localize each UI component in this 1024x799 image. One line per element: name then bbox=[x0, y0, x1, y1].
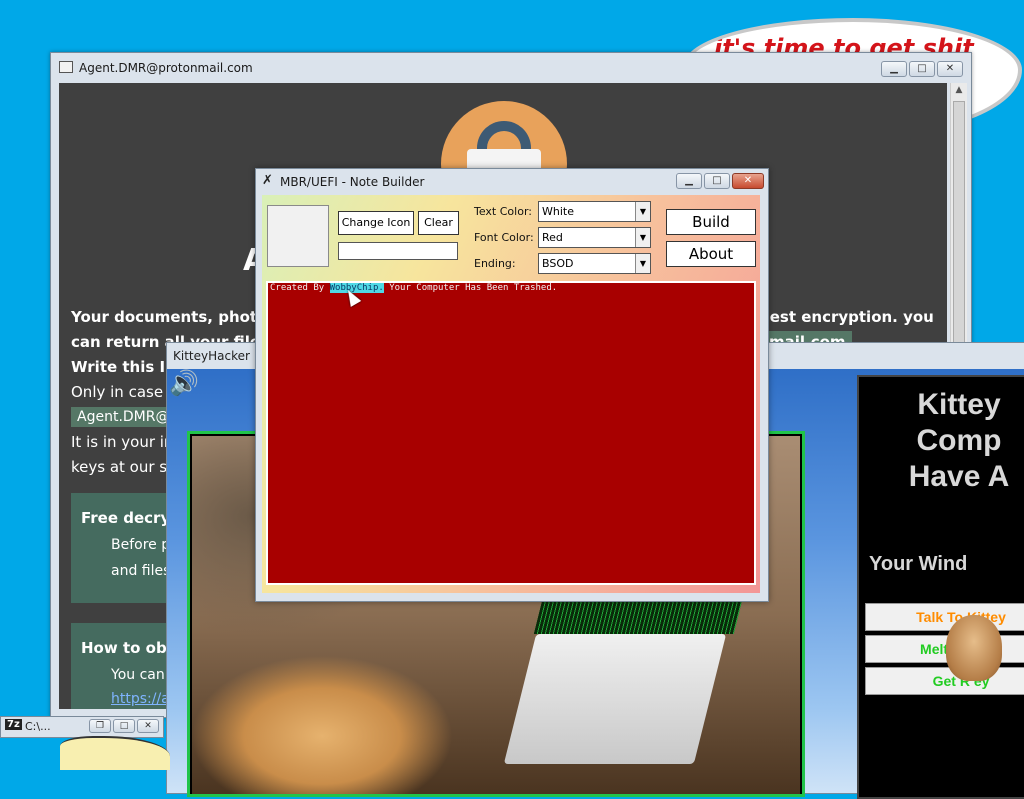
kittey-subtitle: Your Wind bbox=[869, 553, 968, 575]
talk-to-kittey-button[interactable]: Talk To Kittey bbox=[865, 603, 1024, 631]
note-builder-window[interactable]: ✗ MBR/UEFI - Note Builder ▁ □ ✕ Change I… bbox=[255, 168, 769, 602]
change-icon-button[interactable]: Change Icon bbox=[338, 211, 414, 235]
ending-select[interactable]: BSOD ▼ bbox=[538, 253, 651, 274]
nb-client-area: Change Icon Clear Text Color: White ▼ Fo… bbox=[262, 195, 760, 593]
clear-button[interactable]: Clear bbox=[418, 211, 459, 235]
kittey-window-title: KitteyHacker bbox=[173, 349, 250, 363]
agent-window-title: Agent.DMR@protonmail.com bbox=[79, 61, 253, 75]
ransom-line-3: Write this ID bbox=[71, 358, 178, 376]
ending-label: Ending: bbox=[474, 257, 516, 270]
preview-highlight: WobbyChip. bbox=[329, 283, 384, 293]
about-button[interactable]: About bbox=[666, 241, 756, 267]
nb-maximize-button[interactable]: □ bbox=[704, 173, 730, 189]
font-color-select[interactable]: Red ▼ bbox=[538, 227, 651, 248]
ransom-line-1: Your documents, photos, bbox=[71, 308, 283, 326]
ransom-line-1-right: gest encryption. you bbox=[759, 308, 934, 326]
note-preview-area[interactable]: Created By WobbyChip. Your Computer Has … bbox=[266, 281, 756, 585]
how-to-obtain-line-1: You can bbox=[111, 667, 165, 683]
maximize-button[interactable]: □ bbox=[113, 719, 135, 733]
desktop-yellow-shape bbox=[60, 736, 170, 770]
laptop-image bbox=[503, 634, 727, 764]
text-color-label: Text Color: bbox=[474, 205, 532, 218]
kittey-title-line-3: Have A bbox=[908, 460, 1010, 493]
speaker-icon[interactable]: 🔊 bbox=[169, 369, 199, 397]
nb-app-icon: ✗ bbox=[262, 173, 273, 188]
preview-prefix: Created By bbox=[270, 283, 330, 293]
close-button[interactable]: ✕ bbox=[937, 61, 963, 77]
scroll-up-arrow-icon[interactable]: ▲ bbox=[954, 85, 964, 95]
text-color-select[interactable]: White ▼ bbox=[538, 201, 651, 222]
chevron-down-icon[interactable]: ▼ bbox=[635, 228, 650, 247]
kittey-title-line-2: Comp bbox=[916, 424, 1002, 457]
nb-window-title: MBR/UEFI - Note Builder bbox=[280, 175, 425, 189]
maximize-button[interactable]: □ bbox=[909, 61, 935, 77]
preview-suffix: Your Computer Has Been Trashed. bbox=[383, 283, 558, 293]
close-button[interactable]: ✕ bbox=[137, 719, 159, 733]
note-preview-text: Created By WobbyChip. Your Computer Has … bbox=[270, 283, 557, 293]
window-icon bbox=[59, 61, 73, 73]
kittey-title-line-1: Kittey bbox=[917, 388, 1001, 421]
font-color-value: Red bbox=[542, 231, 563, 244]
nb-minimize-button[interactable]: ▁ bbox=[676, 173, 702, 189]
hamster-mascot-icon bbox=[946, 615, 1002, 681]
minimize-button[interactable]: ▁ bbox=[881, 61, 907, 77]
text-color-value: White bbox=[542, 205, 574, 218]
nb-close-button[interactable]: ✕ bbox=[732, 173, 764, 189]
icon-preview-box bbox=[267, 205, 329, 267]
kittey-side-panel: Kittey Comp Have A Your Wind Talk To Kit… bbox=[857, 375, 1024, 799]
chevron-down-icon[interactable]: ▼ bbox=[635, 202, 650, 221]
chevron-down-icon[interactable]: ▼ bbox=[635, 254, 650, 273]
agent-titlebar[interactable]: Agent.DMR@protonmail.com ▁ □ ✕ bbox=[51, 53, 971, 81]
ending-value: BSOD bbox=[542, 257, 574, 270]
minimized-window-title: C:\... bbox=[25, 720, 51, 733]
nb-titlebar[interactable]: ✗ MBR/UEFI - Note Builder ▁ □ ✕ bbox=[256, 169, 768, 195]
free-decrypt-line-2: and files bbox=[111, 563, 171, 579]
get-rid-kittey-button[interactable]: Get R ey bbox=[865, 667, 1024, 695]
build-button[interactable]: Build bbox=[666, 209, 756, 235]
font-color-label: Font Color: bbox=[474, 231, 534, 244]
free-decrypt-line-1: Before p bbox=[111, 537, 171, 553]
minimized-7zip-window[interactable]: 7z C:\... ❐ □ ✕ bbox=[0, 716, 164, 738]
7zip-icon: 7z bbox=[5, 719, 22, 730]
icon-path-field[interactable] bbox=[338, 242, 458, 260]
restore-button[interactable]: ❐ bbox=[89, 719, 111, 733]
